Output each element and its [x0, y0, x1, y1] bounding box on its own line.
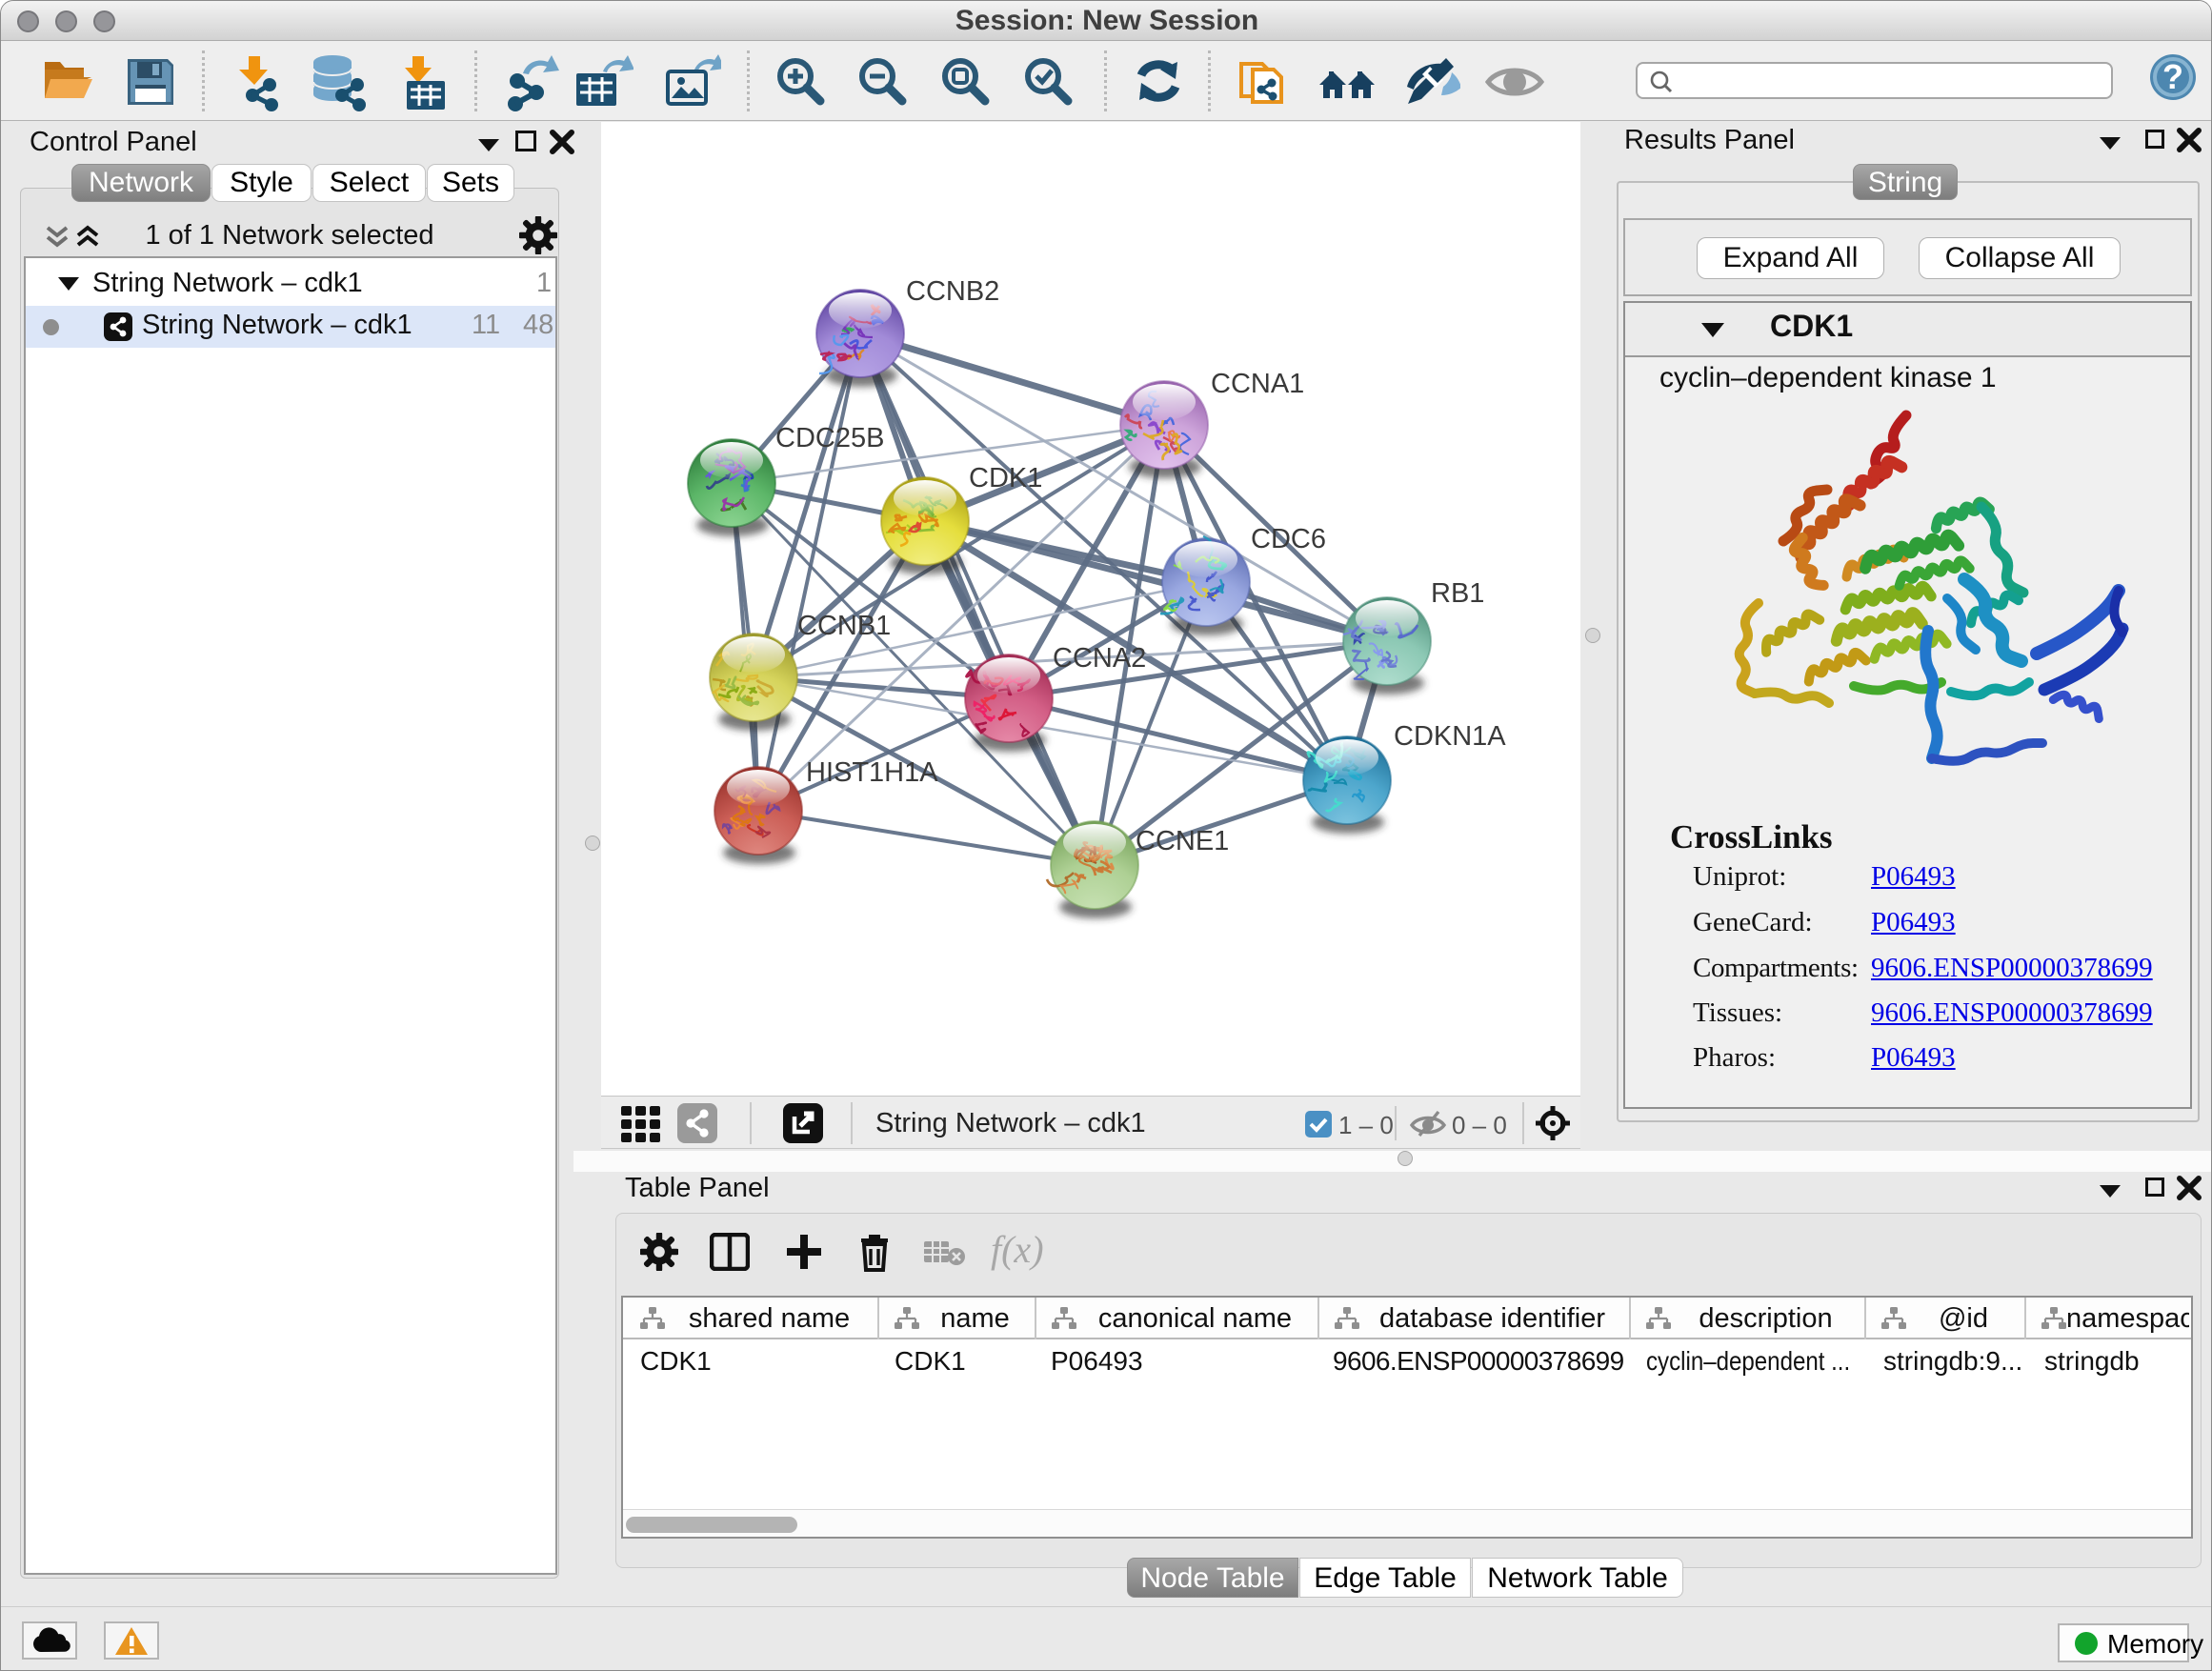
svg-text:CCNB2: CCNB2	[906, 276, 999, 307]
svg-text:CCNB1: CCNB1	[797, 611, 891, 641]
svg-text:CCNA1: CCNA1	[1211, 369, 1304, 399]
svg-text:CCNA2: CCNA2	[1053, 643, 1146, 674]
svg-text:CCNE1: CCNE1	[1136, 826, 1229, 856]
svg-text:RB1: RB1	[1431, 578, 1484, 609]
svg-text:CDC25B: CDC25B	[775, 423, 884, 453]
svg-text:?: ?	[2162, 57, 2183, 96]
svg-text:CDC6: CDC6	[1251, 524, 1326, 554]
svg-text:CDKN1A: CDKN1A	[1394, 721, 1506, 752]
svg-text:HIST1H1A: HIST1H1A	[806, 757, 938, 788]
svg-text:CDK1: CDK1	[969, 463, 1042, 493]
